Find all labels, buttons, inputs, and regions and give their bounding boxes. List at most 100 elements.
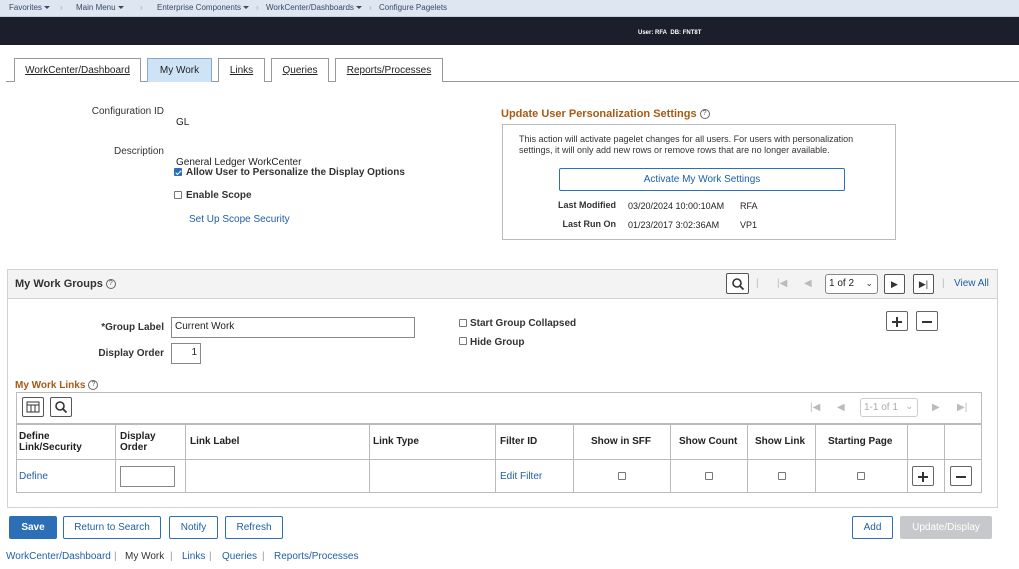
- my-work-links-title-text: My Work Links: [15, 380, 86, 391]
- grid-divider: [185, 424, 186, 493]
- user-label: User: RFA: [638, 30, 668, 36]
- add-group-button[interactable]: [886, 311, 908, 331]
- notify-button[interactable]: Notify: [169, 516, 218, 539]
- allow-personalize-label: Allow User to Personalize the Display Op…: [186, 167, 405, 178]
- help-icon[interactable]: ?: [699, 109, 710, 120]
- search-icon[interactable]: [726, 273, 749, 294]
- first-page-icon[interactable]: |◀: [777, 278, 787, 289]
- tab-links[interactable]: Links: [218, 58, 265, 82]
- breadcrumb-enterprise-label: Enterprise Components: [157, 3, 242, 12]
- tab-reports-processes[interactable]: Reports/Processes: [335, 58, 443, 82]
- define-link[interactable]: Define: [19, 471, 48, 482]
- header-bar: [0, 17, 1019, 45]
- chevron-down-icon: [117, 6, 124, 10]
- enable-scope-label: Enable Scope: [186, 190, 252, 201]
- links-page-select-value: 1-1 of 1: [864, 402, 898, 413]
- chevron-down-icon: [355, 6, 362, 10]
- group-label-input[interactable]: Current Work: [171, 317, 415, 338]
- footer-separator: |: [114, 551, 117, 562]
- last-modified-label: Last Modified: [558, 200, 616, 210]
- col-link-label: Link Label: [190, 436, 240, 447]
- next-page-icon[interactable]: ▶: [932, 402, 940, 413]
- col-show-link: Show Link: [755, 436, 805, 447]
- last-page-icon[interactable]: ▶|: [913, 274, 934, 294]
- delete-link-row-button[interactable]: [950, 466, 972, 486]
- tab-my-work[interactable]: My Work: [147, 58, 212, 82]
- grid-divider: [815, 424, 816, 493]
- personalization-title-text: Update User Personalization Settings: [501, 108, 697, 120]
- links-page-select[interactable]: 1-1 of 1 ⌄: [860, 398, 918, 417]
- view-all-link[interactable]: View All: [954, 278, 989, 289]
- chevron-down-icon: ⌄: [865, 278, 873, 288]
- footer-separator: |: [209, 551, 212, 562]
- main-menu[interactable]: Main Menu: [76, 3, 124, 12]
- breadcrumb-workcenter[interactable]: WorkCenter/Dashboards: [266, 3, 362, 12]
- last-page-icon[interactable]: ▶|: [957, 402, 967, 413]
- prev-page-icon[interactable]: ◀: [804, 278, 812, 289]
- my-work-groups-title: My Work Groups?: [15, 278, 116, 290]
- footer-link-queries[interactable]: Queries: [222, 551, 257, 562]
- tab-workcenter-dashboard[interactable]: WorkCenter/Dashboard: [14, 58, 141, 82]
- col-filter-id: Filter ID: [500, 436, 538, 447]
- starting-page-checkbox[interactable]: [857, 472, 865, 480]
- grid-divider: [369, 424, 370, 493]
- col-show-in-sff: Show in SFF: [591, 436, 651, 447]
- footer-separator: |: [170, 551, 173, 562]
- refresh-button[interactable]: Refresh: [225, 516, 283, 539]
- show-count-checkbox[interactable]: [705, 472, 713, 480]
- edit-filter-link[interactable]: Edit Filter: [500, 471, 542, 482]
- breadcrumb-enterprise[interactable]: Enterprise Components: [157, 3, 250, 12]
- nav-separator: ›: [140, 3, 143, 12]
- display-order-input[interactable]: 1: [171, 343, 201, 364]
- chevron-down-icon: [243, 6, 250, 10]
- footer-link-reports[interactable]: Reports/Processes: [274, 551, 358, 562]
- favorites-menu[interactable]: Favorites: [9, 3, 50, 12]
- footer-link-my-work: My Work: [125, 551, 165, 562]
- add-link-row-button[interactable]: [912, 466, 934, 486]
- group-page-select[interactable]: 1 of 2 ⌄: [825, 274, 878, 294]
- link-display-order-input[interactable]: [120, 466, 175, 487]
- last-run-user: VP1: [740, 220, 758, 230]
- grid-settings-icon[interactable]: [22, 397, 44, 417]
- grid-divider: [944, 424, 945, 493]
- col-show-count: Show Count: [679, 436, 738, 447]
- last-run-label: Last Run On: [562, 219, 617, 229]
- col-define-link-security: Define Link/Security: [19, 431, 82, 453]
- grid-divider: [495, 424, 496, 493]
- configuration-id-value: GL: [176, 117, 190, 128]
- footer-link-links[interactable]: Links: [182, 551, 205, 562]
- show-in-sff-checkbox[interactable]: [618, 472, 626, 480]
- col-link-type: Link Type: [373, 436, 419, 447]
- save-button[interactable]: Save: [9, 516, 57, 539]
- search-icon[interactable]: [50, 397, 72, 417]
- start-collapsed-checkbox[interactable]: [459, 319, 467, 327]
- prev-page-icon[interactable]: ◀: [837, 402, 845, 413]
- enable-scope-checkbox[interactable]: [174, 191, 182, 199]
- favorites-label: Favorites: [9, 3, 42, 12]
- footer-link-workcenter[interactable]: WorkCenter/Dashboard: [6, 551, 111, 562]
- return-to-search-button[interactable]: Return to Search: [63, 516, 161, 539]
- personalization-description: This action will activate pagelet change…: [519, 134, 854, 155]
- help-icon[interactable]: ?: [88, 380, 99, 391]
- user-info: User: RFA DB: FNT8T: [638, 30, 701, 36]
- pager-divider: |: [756, 278, 759, 289]
- grid-divider: [573, 424, 574, 493]
- scope-security-link[interactable]: Set Up Scope Security: [189, 214, 290, 225]
- tab-queries[interactable]: Queries: [271, 58, 329, 82]
- next-page-icon[interactable]: ▶: [884, 274, 905, 294]
- first-page-icon[interactable]: |◀: [810, 402, 820, 413]
- display-order-label: Display Order: [98, 348, 164, 359]
- hide-group-checkbox[interactable]: [459, 337, 467, 345]
- grid-divider: [907, 424, 908, 493]
- grid-divider: [115, 424, 116, 493]
- show-link-checkbox[interactable]: [778, 472, 786, 480]
- help-icon[interactable]: ?: [105, 279, 116, 290]
- grid-divider: [670, 424, 671, 493]
- col-display-order: Display Order: [120, 431, 156, 453]
- delete-group-button[interactable]: [916, 311, 938, 331]
- main-menu-label: Main Menu: [76, 3, 116, 12]
- update-display-button: Update/Display: [900, 516, 992, 539]
- activate-my-work-button[interactable]: Activate My Work Settings: [559, 168, 845, 191]
- add-button[interactable]: Add: [852, 516, 893, 539]
- allow-personalize-checkbox[interactable]: [174, 168, 182, 176]
